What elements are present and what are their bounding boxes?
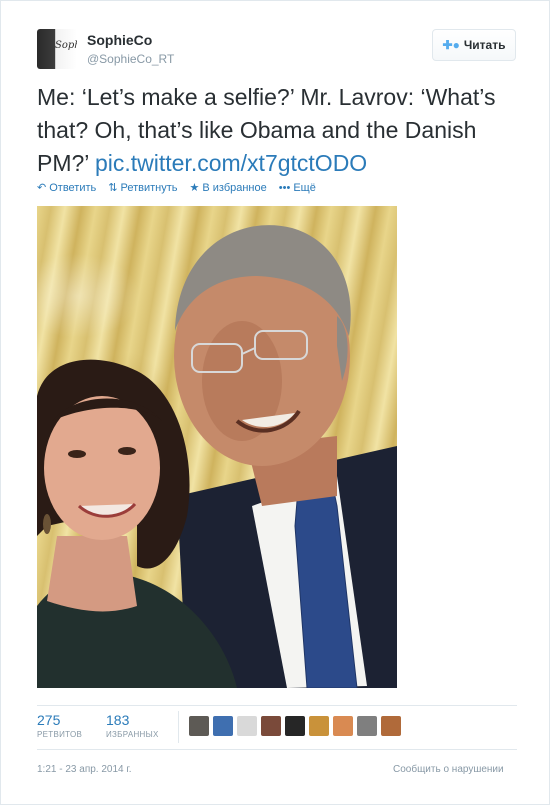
more-label: Ещё: [293, 181, 316, 194]
tweet-timestamp[interactable]: 1:21 - 23 апр. 2014 г.: [37, 764, 132, 775]
favoriter-avatar[interactable]: [309, 716, 329, 736]
favorite-label: В избранное: [202, 181, 267, 194]
favoriter-avatar[interactable]: [381, 716, 401, 736]
retweets-label: РЕТВИТОВ: [37, 730, 83, 739]
reply-action[interactable]: ↶ Ответить: [37, 181, 97, 195]
tweet-actions: ↶ Ответить ⇅ Ретвитнуть ★ В избранное ••…: [37, 181, 316, 195]
add-user-icon: ✚●: [442, 38, 460, 52]
favorites-count: 183: [106, 712, 130, 728]
retweet-action[interactable]: ⇅ Ретвитнуть: [108, 181, 178, 195]
tweet-photo[interactable]: [37, 206, 397, 688]
stats-separator: [178, 711, 179, 743]
avatar[interactable]: Sophie: [37, 29, 77, 69]
favoriters-avatars: [189, 716, 401, 736]
avatar-signature: Sophie: [55, 40, 77, 51]
favoriter-avatar[interactable]: [189, 716, 209, 736]
tweet-link[interactable]: pic.twitter.com/xt7gtctODO: [95, 150, 367, 176]
user-name[interactable]: SophieCo: [87, 32, 152, 48]
reply-label: Ответить: [49, 181, 97, 194]
favoriter-avatar[interactable]: [213, 716, 233, 736]
ellipsis-icon: •••: [278, 181, 291, 194]
favoriter-avatar[interactable]: [261, 716, 281, 736]
tweet-text: Me: ‘Let’s make a selfie?’ Mr. Lavrov: ‘…: [37, 81, 527, 180]
retweet-label: Ретвитнуть: [120, 181, 178, 194]
divider: [37, 749, 517, 750]
favoriter-avatar[interactable]: [285, 716, 305, 736]
follow-button[interactable]: ✚● Читать: [432, 29, 516, 61]
favoriter-avatar[interactable]: [333, 716, 353, 736]
selfie-illustration: [37, 225, 397, 688]
tweet-card: Sophie SophieCo @SophieCo_RT ✚● Читать M…: [0, 0, 550, 805]
reply-icon: ↶: [37, 182, 47, 194]
report-link[interactable]: Сообщить о нарушении: [393, 764, 504, 775]
retweets-stat[interactable]: 275 РЕТВИТОВ: [37, 712, 82, 739]
star-icon: ★: [189, 182, 200, 194]
follow-button-label: Читать: [463, 38, 506, 52]
more-action[interactable]: ••• Ещё: [279, 181, 316, 194]
user-handle[interactable]: @SophieCo_RT: [87, 52, 174, 66]
favorite-action[interactable]: ★ В избранное: [189, 181, 267, 195]
retweet-icon: ⇅: [108, 182, 118, 194]
favoriter-avatar[interactable]: [357, 716, 377, 736]
favorites-stat[interactable]: 183 ИЗБРАННЫХ: [106, 712, 159, 739]
favoriter-avatar[interactable]: [237, 716, 257, 736]
favorites-label: ИЗБРАННЫХ: [106, 730, 159, 739]
retweets-count: 275: [37, 712, 61, 728]
divider: [37, 705, 517, 706]
